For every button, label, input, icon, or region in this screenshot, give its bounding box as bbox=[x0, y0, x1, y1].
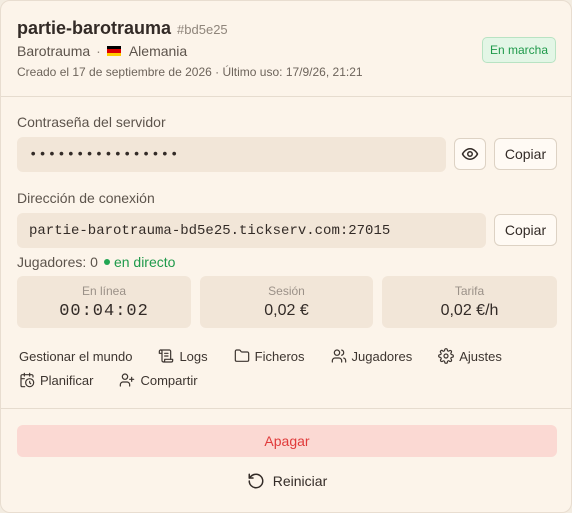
live-label: en directo bbox=[113, 254, 176, 270]
eye-icon bbox=[461, 148, 479, 160]
separator: · bbox=[96, 43, 101, 59]
copy-password-button[interactable]: Copiar bbox=[494, 138, 557, 170]
stat-value: 00:04:02 bbox=[59, 301, 149, 321]
stat-label: Tarifa bbox=[454, 284, 485, 298]
stat-value: 0,02 €/h bbox=[440, 302, 499, 319]
restart-button[interactable]: Reiniciar bbox=[17, 465, 557, 497]
password-label: Contraseña del servidor bbox=[17, 114, 166, 130]
action-label: Compartir bbox=[140, 372, 198, 388]
country-name: Alemania bbox=[128, 43, 188, 59]
server-subtitle: Barotrauma · Alemania bbox=[17, 43, 187, 59]
folder-icon bbox=[234, 349, 249, 362]
server-header: partie-barotrauma #bd5e25 Barotrauma · A… bbox=[1, 1, 571, 97]
players-button[interactable]: Jugadores bbox=[331, 348, 413, 364]
live-dot-icon bbox=[103, 259, 110, 265]
files-button[interactable]: Ficheros bbox=[234, 348, 305, 364]
server-card: partie-barotrauma #bd5e25 Barotrauma · A… bbox=[0, 0, 572, 513]
stop-button[interactable]: Apagar bbox=[17, 425, 557, 457]
gear-icon bbox=[438, 348, 455, 364]
stat-label: Sesión bbox=[268, 284, 305, 298]
scroll-icon bbox=[159, 349, 174, 363]
germany-flag-icon bbox=[106, 46, 121, 56]
action-label: Ficheros bbox=[254, 348, 305, 364]
password-field[interactable]: •••••••••••••••• bbox=[17, 137, 446, 172]
action-label: Ajustes bbox=[459, 348, 502, 364]
action-label: Planificar bbox=[40, 372, 94, 388]
users-icon bbox=[331, 349, 346, 363]
status-badge: En marcha bbox=[481, 37, 556, 63]
game-name: Barotrauma bbox=[17, 43, 91, 59]
rotate-ccw-icon bbox=[248, 473, 264, 489]
share-button[interactable]: Compartir bbox=[119, 372, 198, 388]
action-label: Gestionar el mundo bbox=[19, 348, 133, 364]
server-id: #bd5e25 bbox=[177, 22, 228, 37]
settings-button[interactable]: Ajustes bbox=[438, 348, 502, 364]
server-name: partie-barotrauma bbox=[17, 18, 172, 38]
stat-label: En línea bbox=[81, 283, 127, 298]
logs-button[interactable]: Logs bbox=[158, 348, 208, 364]
players-row: Jugadores: 0 en directo bbox=[17, 254, 175, 270]
connection-address-field[interactable]: partie-barotrauma-bd5e25.tickserv.com:27… bbox=[17, 213, 486, 248]
stat-rate: Tarifa 0,02 €/h bbox=[382, 276, 557, 328]
actions-row-1: Gestionar el mundo Logs Ficheros Jugador… bbox=[19, 348, 528, 364]
actions-row-2: Planificar Compartir bbox=[19, 372, 224, 388]
title-row: partie-barotrauma #bd5e25 bbox=[17, 18, 228, 39]
players-count: Jugadores: 0 bbox=[17, 254, 98, 270]
calendar-clock-icon bbox=[20, 372, 35, 388]
restart-label: Reiniciar bbox=[272, 473, 328, 489]
reveal-password-button[interactable] bbox=[454, 138, 486, 170]
server-meta: Creado el 17 de septiembre de 2026 · Últ… bbox=[17, 65, 363, 79]
connection-label: Dirección de conexión bbox=[17, 190, 155, 206]
manage-world-button[interactable]: Gestionar el mundo bbox=[19, 349, 132, 364]
schedule-button[interactable]: Planificar bbox=[19, 372, 93, 388]
user-plus-icon bbox=[120, 373, 135, 387]
stat-session: Sesión 0,02 € bbox=[200, 276, 373, 328]
live-indicator: en directo bbox=[103, 254, 176, 270]
action-label: Jugadores bbox=[351, 348, 413, 364]
copy-address-button[interactable]: Copiar bbox=[494, 214, 557, 246]
action-label: Logs bbox=[179, 348, 208, 364]
stat-uptime: En línea 00:04:02 bbox=[17, 276, 191, 328]
stat-value: 0,02 € bbox=[264, 302, 309, 319]
divider bbox=[1, 408, 571, 409]
